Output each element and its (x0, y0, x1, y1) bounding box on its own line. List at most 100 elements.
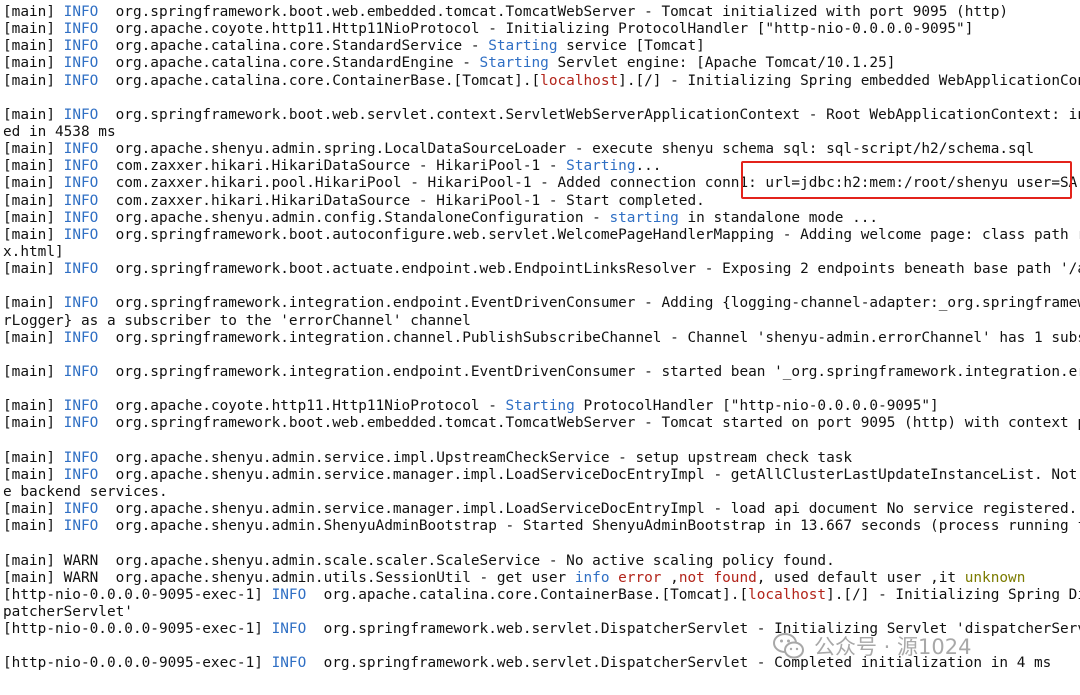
log-text: Starting (505, 398, 575, 415)
log-text: org.springframework.integration.endpoint… (98, 295, 1080, 312)
log-line: [http-nio-0.0.0.0-9095-exec-1] INFO org.… (0, 587, 1080, 604)
log-text: Starting (566, 158, 636, 175)
log-line: [main] INFO org.springframework.boot.web… (0, 415, 1080, 432)
log-level: INFO (271, 655, 307, 672)
log-level: INFO (63, 415, 99, 432)
log-text: in standalone mode ... (678, 209, 879, 226)
log-text: org.apache.shenyu.admin.scale.scaler.Sca… (98, 552, 835, 569)
log-text: [main] (3, 398, 64, 415)
log-line: [main] INFO org.springframework.boot.act… (0, 261, 1080, 278)
log-line: [main] INFO org.apache.shenyu.admin.Shen… (0, 518, 1080, 535)
log-level: INFO (63, 209, 99, 226)
log-text: [main] (3, 226, 64, 243)
log-level: INFO (63, 363, 99, 380)
log-line: [main] INFO com.zaxxer.hikari.HikariData… (0, 158, 1080, 175)
log-text: e backend services. (3, 483, 168, 500)
log-line: ed in 4538 ms (0, 124, 1080, 141)
log-text: org.springframework.boot.web.embedded.to… (98, 4, 1009, 20)
log-text: [main] (3, 569, 64, 586)
log-line: [main] INFO org.apache.shenyu.admin.conf… (0, 210, 1080, 227)
log-level: INFO (63, 192, 99, 209)
log-line: [main] INFO org.springframework.integrat… (0, 364, 1080, 381)
log-text: , used default user ,it (756, 569, 965, 586)
log-level: WARN (63, 569, 99, 586)
log-text: org.apache.catalina.core.StandardService… (98, 38, 489, 55)
log-text: [main] (3, 55, 64, 72)
log-level: INFO (271, 621, 307, 638)
log-text: [main] (3, 363, 64, 380)
log-text: [main] (3, 329, 64, 346)
log-text: ].[/] - Initializing Spring Di (826, 586, 1080, 603)
log-text: org.springframework.integration.channel.… (98, 329, 1080, 346)
log-text: Starting (479, 55, 549, 72)
log-text: [http-nio-0.0.0.0-9095-exec-1] (3, 655, 272, 672)
log-text: [main] (3, 261, 64, 278)
log-text: patcherServlet' (3, 603, 133, 620)
log-line: [main] INFO org.apache.shenyu.admin.serv… (0, 501, 1080, 518)
watermark: 公众号 · 源1024 (772, 626, 971, 666)
log-text: org.springframework.integration.endpoint… (98, 363, 1080, 380)
log-text: unknown (964, 569, 1026, 586)
log-text: org.apache.shenyu.admin.utils.SessionUti… (98, 569, 575, 586)
log-text: [main] (3, 38, 64, 55)
log-text: ].[/] - Initializing Spring embedded Web… (618, 72, 1080, 89)
log-line: [main] INFO org.apache.catalina.core.Con… (0, 73, 1080, 90)
log-text: [main] (3, 552, 64, 569)
log-text: error (618, 569, 662, 586)
log-text: localhost (748, 586, 827, 603)
log-level: INFO (63, 295, 99, 312)
log-text: rLogger} as a subscriber to the 'errorCh… (3, 312, 471, 329)
log-text: [main] (3, 466, 64, 483)
log-text: [main] (3, 4, 64, 20)
log-level: INFO (63, 501, 99, 518)
log-text: starting (609, 209, 679, 226)
log-text: ProtocolHandler ["http-nio-0.0.0.0-9095"… (574, 398, 939, 415)
terminal-output[interactable]: [main] INFO org.springframework.boot.web… (0, 0, 1080, 695)
log-level: INFO (63, 21, 99, 38)
log-text: localhost (540, 72, 619, 89)
log-text: [main] (3, 518, 64, 535)
log-text: org.apache.shenyu.admin.service.manager.… (98, 501, 1078, 518)
log-level: INFO (63, 261, 99, 278)
log-level: INFO (63, 38, 99, 55)
log-line: e backend services. (0, 484, 1080, 501)
log-text: ed in 4538 ms (3, 123, 116, 140)
log-text: [http-nio-0.0.0.0-9095-exec-1] (3, 621, 272, 638)
log-text: [main] (3, 192, 64, 209)
log-level: WARN (63, 552, 99, 569)
log-line: patcherServlet' (0, 604, 1080, 621)
log-text: org.apache.shenyu.admin.ShenyuAdminBoots… (98, 518, 1080, 535)
log-line: [main] INFO org.apache.catalina.core.Sta… (0, 55, 1080, 72)
log-text: org.apache.coyote.http11.Http11NioProtoc… (98, 21, 974, 38)
log-text: com.zaxxer.hikari.pool.HikariPool - Hika… (98, 175, 1078, 192)
log-level: INFO (63, 329, 99, 346)
log-text: org.springframework.boot.web.embedded.to… (98, 415, 1080, 432)
log-text: org.apache.shenyu.admin.spring.LocalData… (98, 141, 1035, 158)
log-level: INFO (63, 141, 99, 158)
log-text: [main] (3, 209, 64, 226)
log-text: [main] (3, 449, 64, 466)
log-text: Starting (488, 38, 558, 55)
log-text: org.apache.catalina.core.StandardEngine … (98, 55, 480, 72)
log-line: [main] INFO org.apache.catalina.core.Sta… (0, 38, 1080, 55)
log-text: [main] (3, 158, 64, 175)
log-text: org.apache.shenyu.admin.service.manager.… (98, 466, 1078, 483)
log-line: [main] INFO org.apache.shenyu.admin.serv… (0, 467, 1080, 484)
log-level: INFO (63, 518, 99, 535)
log-level: INFO (63, 175, 99, 192)
log-text: [main] (3, 106, 64, 123)
log-text: [main] (3, 295, 64, 312)
wechat-icon (773, 633, 804, 659)
log-text: org.springframework.boot.autoconfigure.w… (98, 226, 1080, 243)
log-text: com.zaxxer.hikari.HikariDataSource - Hik… (98, 192, 705, 209)
log-text: org.springframework.boot.web.servlet.con… (98, 106, 1080, 123)
log-level: INFO (63, 55, 99, 72)
log-level: INFO (63, 226, 99, 243)
log-text: org.springframework.boot.actuate.endpoin… (98, 261, 1080, 278)
log-text: org.apache.coyote.http11.Http11NioProtoc… (98, 398, 506, 415)
log-line: [main] INFO org.apache.shenyu.admin.serv… (0, 450, 1080, 467)
